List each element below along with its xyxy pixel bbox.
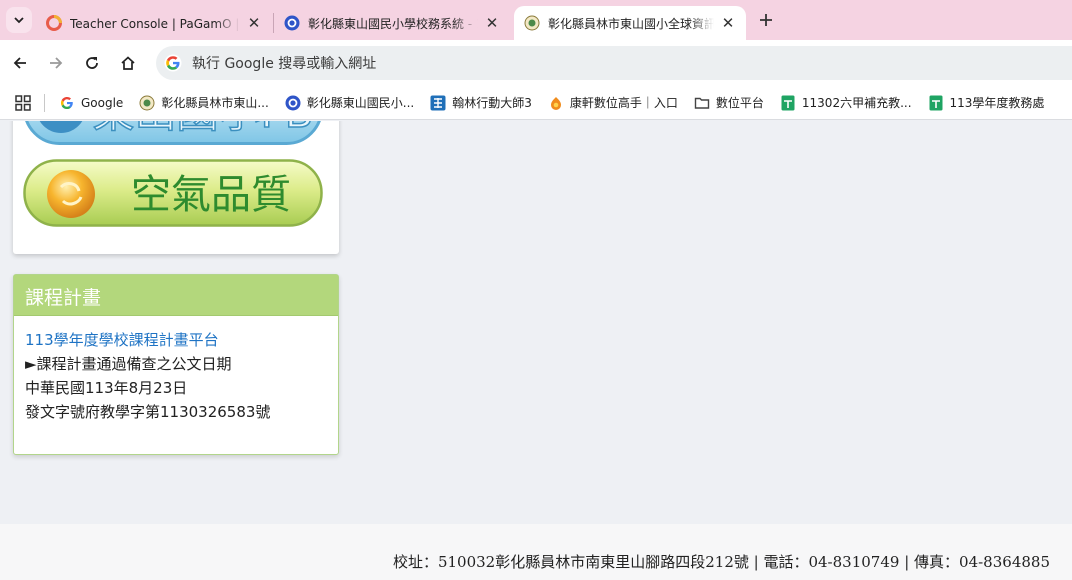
footer-contact: 校址：510032彰化縣員林市南東里山腳路四段212號 | 電話：04-8310… <box>393 551 1050 572</box>
course-plan-card-title: 課程計畫 <box>14 275 338 316</box>
reload-icon <box>86 57 98 69</box>
course-plan-line: 中華民國113年8月23日 <box>25 379 188 397</box>
bookmarks-divider <box>44 93 45 112</box>
bookmark-school-system[interactable]: 彰化縣東山國民小... <box>285 94 414 111</box>
banner-card: 東山國小FB 空氣品質 <box>13 121 339 254</box>
apps-grid-icon[interactable] <box>14 94 32 112</box>
tab-search-button[interactable] <box>6 7 32 33</box>
close-icon[interactable]: ✕ <box>484 15 500 31</box>
air-quality-banner[interactable]: 空氣品質 <box>23 159 323 227</box>
bookmark-sheet-2[interactable]: 113學年度教務處 <box>928 94 1045 111</box>
address-bar-text: 執行 Google 搜尋或輸入網址 <box>192 56 377 72</box>
arrow-right-icon <box>50 57 63 69</box>
sheets-icon <box>781 95 795 110</box>
course-plan-line: 發文字號府教學字第1130326583號 <box>25 403 271 421</box>
fb-banner-text: 東山國小FB <box>93 121 314 137</box>
bookmark-school-site[interactable]: 彰化縣員林市東山... <box>139 94 269 111</box>
close-icon[interactable]: ✕ <box>246 15 262 31</box>
folder-icon <box>694 97 710 109</box>
school-system-icon <box>284 15 300 31</box>
bookmark-google[interactable]: Google <box>59 95 123 111</box>
course-plan-card: 課程計畫 113學年度學校課程計畫平台 ►課程計畫通過備查之公文日期 中華民國1… <box>13 274 339 455</box>
page-footer: 校址：510032彰化縣員林市南東里山腳路四段212號 | 電話：04-8310… <box>0 524 1072 580</box>
bookmark-kangxuan[interactable]: 康軒數位高手｜入口 <box>548 94 678 111</box>
fb-banner[interactable]: 東山國小FB <box>23 121 323 145</box>
bookmark-hanlin[interactable]: 翰林行動大師3 <box>430 94 532 111</box>
footer-divider: | <box>748 553 764 571</box>
footer-divider: | <box>899 553 915 571</box>
new-tab-button[interactable] <box>754 9 778 33</box>
air-quality-banner-text: 空氣品質 <box>131 172 291 218</box>
bookmark-label: 11302六甲補充教... <box>801 96 912 110</box>
forward-button[interactable] <box>43 50 69 76</box>
tab-title: Teacher Console | PaGamO | 主 <box>70 16 240 31</box>
school-emblem-icon <box>524 15 540 31</box>
course-plan-card-body: 113學年度學校課程計畫平台 ►課程計畫通過備查之公文日期 中華民國113年8月… <box>14 316 338 436</box>
google-icon <box>60 96 73 109</box>
kangxuan-icon <box>550 96 561 110</box>
chevron-down-icon <box>14 17 24 24</box>
back-button[interactable] <box>7 50 33 76</box>
close-icon[interactable]: ✕ <box>720 15 736 31</box>
bookmark-label: 翰林行動大師3 <box>452 96 532 110</box>
tab-title: 彰化縣東山國民小學校務系統 - 1 <box>308 16 478 31</box>
bookmark-sheet-1[interactable]: 11302六甲補充教... <box>780 94 912 111</box>
school-system-icon <box>285 95 301 110</box>
page-content: 東山國小FB 空氣品質 課程計畫 11 <box>0 121 1072 580</box>
footer-address: 校址：510032彰化縣員林市南東里山腳路四段212號 <box>392 553 749 571</box>
bookmark-label: 113學年度教務處 <box>949 96 1045 110</box>
bookmark-label: 彰化縣東山國民小... <box>306 96 415 110</box>
tab-school-system[interactable]: 彰化縣東山國民小學校務系統 - 1 ✕ <box>274 6 510 40</box>
home-icon <box>121 56 135 70</box>
bookmark-label: 彰化縣員林市東山... <box>161 96 269 110</box>
home-button[interactable] <box>115 50 141 76</box>
bookmark-folder-digital[interactable]: 數位平台 <box>694 94 764 111</box>
tab-pagamo[interactable]: Teacher Console | PaGamO | 主 ✕ <box>36 6 272 40</box>
bookmark-label: Google <box>81 95 124 110</box>
bookmark-label: 康軒數位高手｜入口 <box>569 96 678 110</box>
pagamo-icon <box>46 15 62 31</box>
tab-strip: Teacher Console | PaGamO | 主 ✕ 彰化縣東山國民小學… <box>0 0 1072 40</box>
footer-phone: 電話：04-8310749 <box>763 553 900 571</box>
address-bar[interactable]: 執行 Google 搜尋或輸入網址 <box>156 46 1072 80</box>
tab-title: 彰化縣員林市東山國小全球資訊 <box>548 16 714 31</box>
google-icon <box>164 54 182 72</box>
tab-school-site[interactable]: 彰化縣員林市東山國小全球資訊 ✕ <box>514 6 746 40</box>
hanlin-icon <box>430 95 446 110</box>
sheets-icon <box>929 95 943 110</box>
school-emblem-icon <box>139 95 155 110</box>
bookmarks-bar: Google 彰化縣員林市東山... 彰化縣東山國民小... 翰林行動大師3 康… <box>0 86 1072 120</box>
plus-icon <box>760 14 772 26</box>
course-plan-line: ►課程計畫通過備查之公文日期 <box>25 355 232 373</box>
course-plan-link[interactable]: 113學年度學校課程計畫平台 <box>25 328 327 352</box>
reload-button[interactable] <box>79 50 105 76</box>
footer-fax: 傳真：04-8364885 <box>914 553 1050 571</box>
arrow-left-icon <box>13 57 26 69</box>
bookmark-label: 數位平台 <box>715 96 764 110</box>
